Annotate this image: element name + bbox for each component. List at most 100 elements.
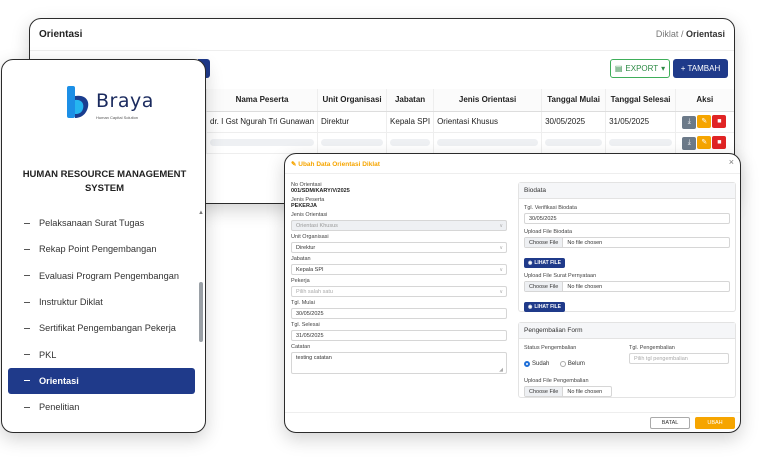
app-title: HUMAN RESOURCE MANAGEMENT SYSTEM [22,169,187,194]
skeleton-bar [210,139,315,146]
table-row-loading: ⤓ ✎ ■ [205,132,734,154]
cell-mulai: 30/05/2025 [541,111,606,133]
trash-icon[interactable]: ■ [712,115,727,128]
cell-jenis: Orientasi Khusus [433,111,542,133]
radio-checked-icon [524,361,530,367]
catatan-textarea[interactable]: testing catatan ◢ [291,352,507,374]
upload-pernyataan-file-input[interactable]: Choose File No file chosen [524,281,730,292]
col-jabatan[interactable]: Jabatan [386,89,434,112]
skeleton-bar [321,139,384,146]
sidebar-item-evaluasi-program[interactable]: Evaluasi Program Pengembangan [2,263,205,289]
no-orientasi-value: 001/SDM/KARY/V/2025 [291,188,350,194]
pekerja-label: Pekerja [291,278,310,284]
lihat-file-pernyataan-button[interactable]: ◉ LIHAT FILE [524,302,565,312]
breadcrumb: Diklat / Orientasi [656,29,725,39]
skeleton-bar [437,139,539,146]
skeleton-bar [390,139,431,146]
dash-icon [24,354,30,356]
trash-icon[interactable]: ■ [712,136,727,149]
eye-icon: ◉ [528,304,533,310]
tgl-selesai-label: Tgl. Selesai [291,322,320,328]
page-title: Orientasi [39,29,83,40]
logo-text: Braya [96,90,154,112]
dash-icon [24,248,30,250]
tgl-selesai-input[interactable]: 31/05/2025 [291,330,507,341]
orientasi-table: Nama Peserta Unit Organisasi Jabatan Jen… [205,89,734,154]
tgl-mulai-input[interactable]: 30/05/2025 [291,308,507,319]
sidebar-item-rekap-point[interactable]: Rekap Point Pengembangan [2,236,205,262]
caret-down-icon: ▾ [661,64,666,73]
dash-icon [24,301,30,303]
choose-file-button[interactable]: Choose File [525,387,564,396]
file-status: No file chosen [567,388,603,395]
modal-header: ✎ Ubah Data Orientasi Diklat × [285,154,740,174]
cell-aksi: ⤓ ✎ ■ [675,111,734,133]
biodata-header: Biodata [519,183,735,199]
col-nama-peserta[interactable]: Nama Peserta [205,89,318,112]
modal-footer: BATAL UBAH [285,412,740,432]
lihat-file-biodata-button[interactable]: ◉ LIHAT FILE [524,258,565,268]
pengembalian-section: Pengembalian Form Status Pengembalian Su… [518,322,736,398]
biodata-section: Biodata Tgl. Verifikasi Biodata 30/05/20… [518,182,736,312]
tgl-mulai-label: Tgl. Mulai [291,300,315,306]
choose-file-button[interactable]: Choose File [525,282,564,291]
file-status: No file chosen [567,239,603,246]
breadcrumb-diklat[interactable]: Diklat [656,29,679,39]
close-icon[interactable]: × [729,157,734,167]
cell-jabatan: Kepala SPI [386,111,434,133]
cell-nama: dr. I Gst Ngurah Tri Gunawan [205,111,318,133]
jabatan-select[interactable]: Kepala SPI ∨ [291,264,507,275]
sidebar-item-orientasi[interactable]: Orientasi [8,367,195,395]
export-button[interactable]: ▤ EXPORT ▾ [610,59,670,78]
skeleton-bar [609,139,673,146]
pekerja-select[interactable]: Pilih salah satu ∨ [291,286,507,297]
col-tanggal-mulai[interactable]: Tanggal Mulai [541,89,606,112]
sidebar: Braya Human Capital Solution HUMAN RESOU… [1,59,206,433]
tgl-verifikasi-input[interactable]: 30/05/2025 [524,213,730,224]
sidebar-item-penelitian[interactable]: Penelitian [2,394,205,420]
jabatan-label: Jabatan [291,256,311,262]
chevron-down-icon: ∨ [499,223,503,229]
upload-pernyataan-label: Upload File Surat Pernyataan [524,273,597,279]
download-icon[interactable]: ⤓ [682,115,697,129]
upload-pengembalian-file-input[interactable]: Choose File No file chosen [524,386,612,397]
sidebar-item-instruktur-diklat[interactable]: Instruktur Diklat [2,289,205,315]
cancel-button[interactable]: BATAL [650,417,690,429]
sidebar-item-sertifikat[interactable]: Sertifikat Pengembangan Pekerja [2,315,205,341]
col-jenis-orientasi[interactable]: Jenis Orientasi [433,89,542,112]
breadcrumb-orientasi: Orientasi [685,29,725,39]
cell-selesai: 31/05/2025 [605,111,676,133]
save-button[interactable]: UBAH [695,417,735,429]
col-aksi: Aksi [675,89,734,112]
sidebar-item-pelaksanaan-surat-tugas[interactable]: Pelaksanaan Surat Tugas [2,210,205,236]
sidebar-item-pkl[interactable]: PKL [2,341,205,367]
add-button[interactable]: + TAMBAH [673,59,728,78]
modal-title: ✎ Ubah Data Orientasi Diklat [291,161,380,168]
edit-orientasi-modal: ✎ Ubah Data Orientasi Diklat × No Orient… [284,153,741,433]
col-unit-organisasi[interactable]: Unit Organisasi [317,89,387,112]
dash-icon [24,275,30,277]
dash-icon [24,406,30,408]
unit-organisasi-select[interactable]: Direktur ∨ [291,242,507,253]
edit-icon[interactable]: ✎ [697,114,712,128]
edit-icon[interactable]: ✎ [697,135,712,149]
tgl-pengembalian-label: Tgl. Pengembalian [629,345,675,351]
jenis-peserta-value: PEKERJA [291,203,317,209]
table-header: Nama Peserta Unit Organisasi Jabatan Jen… [205,89,734,112]
upload-pengembalian-label: Upload File Pengembalian [524,378,589,384]
pengembalian-header: Pengembalian Form [519,323,735,339]
breadcrumb-separator: / [680,29,684,39]
choose-file-button[interactable]: Choose File [525,238,564,247]
unit-organisasi-label: Unit Organisasi [291,234,329,240]
logo-subtitle: Human Capital Solution [96,115,139,120]
radio-belum[interactable]: Belum [559,361,585,367]
resize-handle-icon[interactable]: ◢ [499,367,503,373]
col-tanggal-selesai[interactable]: Tanggal Selesai [605,89,676,112]
upload-biodata-file-input[interactable]: Choose File No file chosen [524,237,730,248]
radio-unchecked-icon [559,361,566,367]
download-icon[interactable]: ⤓ [682,136,697,150]
cell-aksi: ⤓ ✎ ■ [675,132,734,154]
tgl-pengembalian-input[interactable]: Pilih tgl pengembalian [629,353,729,364]
radio-sudah[interactable]: Sudah [524,361,549,367]
chevron-down-icon: ∨ [499,267,503,273]
